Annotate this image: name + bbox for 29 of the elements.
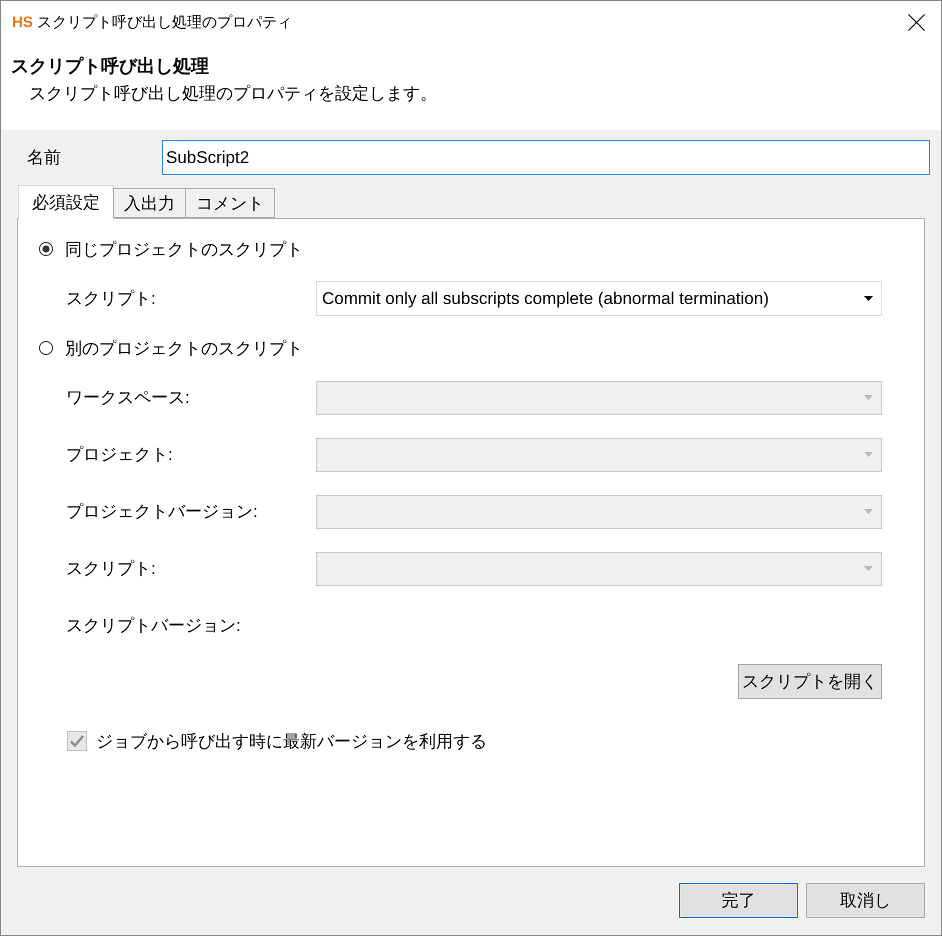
radio-label[interactable]: 同じプロジェクトのスクリプト (65, 238, 303, 260)
radio-button[interactable] (39, 242, 53, 256)
field-label: プロジェクト: (66, 444, 174, 466)
caret-icon (864, 566, 873, 571)
field-label: スクリプトバージョン: (66, 615, 242, 637)
window-title: スクリプト呼び出し処理のプロパティ (36, 13, 293, 32)
caret-icon (864, 509, 873, 514)
app-logo: HS (12, 14, 33, 31)
open-script-button[interactable]: スクリプトを開く (738, 664, 882, 699)
field-label: スクリプト: (66, 288, 157, 310)
caret-icon (864, 452, 873, 457)
field-label: ワークスペース: (66, 387, 191, 409)
caret-icon (864, 296, 873, 301)
dropdown[interactable]: Commit only all subscripts complete (abnormal termination) (316, 281, 882, 316)
field-label: スクリプト: (66, 558, 157, 580)
cancel-button[interactable]: 取消し (806, 883, 925, 918)
tab[interactable]: 必須設定 (18, 185, 114, 219)
header-title: スクリプト呼び出し処理 (11, 55, 209, 77)
tab[interactable]: コメント (185, 188, 275, 218)
radio-button[interactable] (39, 341, 53, 355)
tab[interactable]: 入出力 (113, 188, 186, 218)
close-icon[interactable] (908, 14, 925, 31)
caret-icon (864, 395, 873, 400)
radio-label[interactable]: 別のプロジェクトのスクリプト (65, 336, 303, 360)
done-button[interactable]: 完了 (679, 883, 798, 918)
name-field[interactable]: SubScript2 (162, 140, 930, 175)
field-label: 名前 (27, 147, 62, 169)
header-description: スクリプト呼び出し処理のプロパティを設定します。 (28, 83, 437, 105)
field-label: プロジェクトバージョン: (66, 501, 259, 523)
